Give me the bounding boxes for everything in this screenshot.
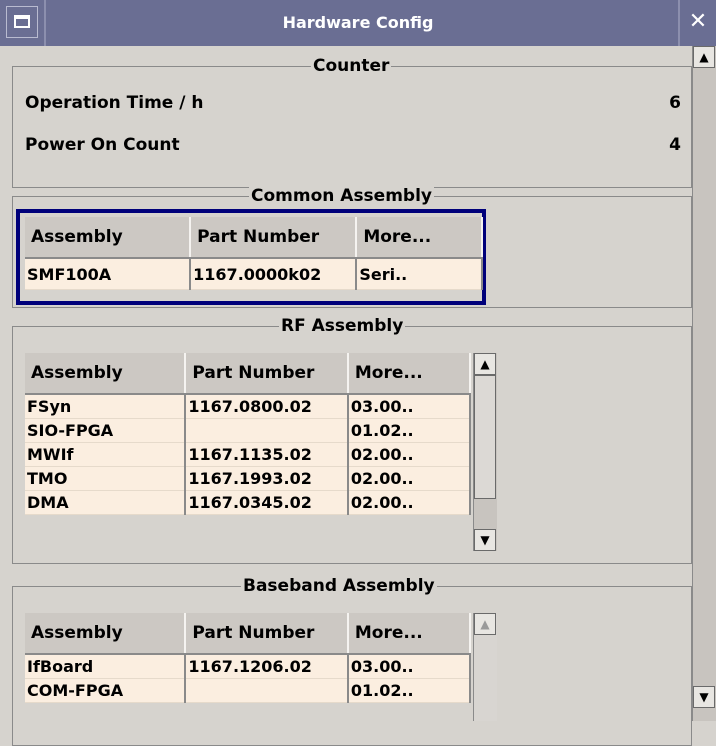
cell-part-number: 1167.1135.02 bbox=[185, 442, 349, 467]
operation-time-value: 6 bbox=[669, 93, 681, 113]
cell-assembly: FSyn bbox=[25, 394, 187, 419]
scroll-down-button[interactable]: ▼ bbox=[474, 529, 496, 551]
cell-assembly: MWIf bbox=[25, 442, 187, 467]
table-row[interactable]: FSyn 1167.0800.02 03.00.. bbox=[25, 394, 472, 419]
cell-assembly: SMF100A bbox=[25, 258, 192, 290]
col-part-number-header[interactable]: Part Number bbox=[185, 353, 349, 395]
cell-part-number bbox=[185, 678, 349, 703]
window-title: Hardware Config bbox=[282, 13, 434, 32]
baseband-assembly-legend: Baseband Assembly bbox=[241, 575, 437, 597]
rf-assembly-table[interactable]: Assembly Part Number More... FSyn 1167.08… bbox=[25, 353, 472, 515]
operation-time-label: Operation Time / h bbox=[25, 93, 204, 113]
counter-group: Counter Operation Time / h 6 Power On Co… bbox=[12, 55, 692, 188]
scroll-down-button[interactable]: ▼ bbox=[693, 686, 715, 708]
cell-more: 03.00.. bbox=[347, 654, 472, 679]
col-part-number-header[interactable]: Part Number bbox=[185, 613, 349, 655]
scroll-up-button[interactable]: ▲ bbox=[693, 46, 715, 68]
col-more-header[interactable]: More... bbox=[347, 353, 472, 395]
cell-more: 02.00.. bbox=[347, 442, 472, 467]
common-assembly-legend: Common Assembly bbox=[249, 185, 434, 207]
cell-more: 01.02.. bbox=[347, 678, 472, 703]
counter-legend: Counter bbox=[311, 55, 392, 77]
cell-assembly: DMA bbox=[25, 490, 187, 515]
col-more-header[interactable]: More... bbox=[356, 217, 483, 259]
power-on-count-row: Power On Count 4 bbox=[25, 135, 681, 155]
rf-assembly-legend: RF Assembly bbox=[279, 315, 406, 337]
table-row[interactable]: TMO 1167.1993.02 02.00.. bbox=[25, 466, 472, 491]
cell-more: 02.00.. bbox=[347, 466, 472, 491]
cell-assembly: SIO-FPGA bbox=[25, 418, 187, 443]
baseband-assembly-group: Baseband Assembly Assembly Part Number M… bbox=[12, 575, 692, 746]
cell-part-number: 1167.0800.02 bbox=[185, 394, 349, 419]
cell-part-number bbox=[185, 418, 349, 443]
table-row[interactable]: IfBoard 1167.1206.02 03.00.. bbox=[25, 654, 472, 679]
table-row[interactable]: DMA 1167.0345.02 02.00.. bbox=[25, 490, 472, 515]
common-assembly-table[interactable]: Assembly Part Number More... SMF100A 116… bbox=[25, 217, 483, 290]
baseband-assembly-table[interactable]: Assembly Part Number More... IfBoard 1167… bbox=[25, 613, 472, 703]
cell-part-number: 1167.0345.02 bbox=[185, 490, 349, 515]
cell-part-number: 1167.1993.02 bbox=[185, 466, 349, 491]
scroll-up-button[interactable]: ▲ bbox=[474, 613, 496, 635]
col-assembly-header[interactable]: Assembly bbox=[25, 217, 192, 259]
window-scrollbar[interactable]: ▲ ▼ bbox=[692, 46, 716, 721]
scroll-thumb[interactable] bbox=[474, 375, 496, 499]
col-assembly-header[interactable]: Assembly bbox=[25, 353, 187, 395]
rf-assembly-group: RF Assembly Assembly Part Number More...… bbox=[12, 315, 692, 564]
cell-assembly: IfBoard bbox=[25, 654, 187, 679]
dialog-content: Counter Operation Time / h 6 Power On Co… bbox=[0, 46, 716, 746]
window-menu-button[interactable] bbox=[6, 6, 38, 38]
table-row[interactable]: COM-FPGA 01.02.. bbox=[25, 678, 472, 703]
col-assembly-header[interactable]: Assembly bbox=[25, 613, 187, 655]
cell-part-number: 1167.0000k02 bbox=[190, 258, 358, 290]
scroll-up-button[interactable]: ▲ bbox=[474, 353, 496, 375]
cell-more: 02.00.. bbox=[347, 490, 472, 515]
title-bar: Hardware Config ✕ bbox=[0, 0, 716, 46]
rf-table-scrollbar[interactable]: ▲ ▼ bbox=[473, 353, 497, 551]
power-on-count-label: Power On Count bbox=[25, 135, 180, 155]
power-on-count-value: 4 bbox=[669, 135, 681, 155]
cell-more: Seri.. bbox=[356, 258, 483, 290]
operation-time-row: Operation Time / h 6 bbox=[25, 93, 681, 113]
col-part-number-header[interactable]: Part Number bbox=[190, 217, 358, 259]
cell-assembly: COM-FPGA bbox=[25, 678, 187, 703]
table-row[interactable]: SMF100A 1167.0000k02 Seri.. bbox=[25, 258, 483, 290]
close-button[interactable]: ✕ bbox=[678, 0, 716, 46]
col-more-header[interactable]: More... bbox=[347, 613, 472, 655]
common-assembly-group: Common Assembly Assembly Part Number Mor… bbox=[12, 185, 692, 308]
cell-part-number: 1167.1206.02 bbox=[185, 654, 349, 679]
cell-more: 01.02.. bbox=[347, 418, 472, 443]
cell-assembly: TMO bbox=[25, 466, 187, 491]
window-icon bbox=[14, 15, 30, 28]
baseband-table-scrollbar[interactable]: ▲ bbox=[473, 613, 497, 721]
table-row[interactable]: SIO-FPGA 01.02.. bbox=[25, 418, 472, 443]
table-row[interactable]: MWIf 1167.1135.02 02.00.. bbox=[25, 442, 472, 467]
cell-more: 03.00.. bbox=[347, 394, 472, 419]
